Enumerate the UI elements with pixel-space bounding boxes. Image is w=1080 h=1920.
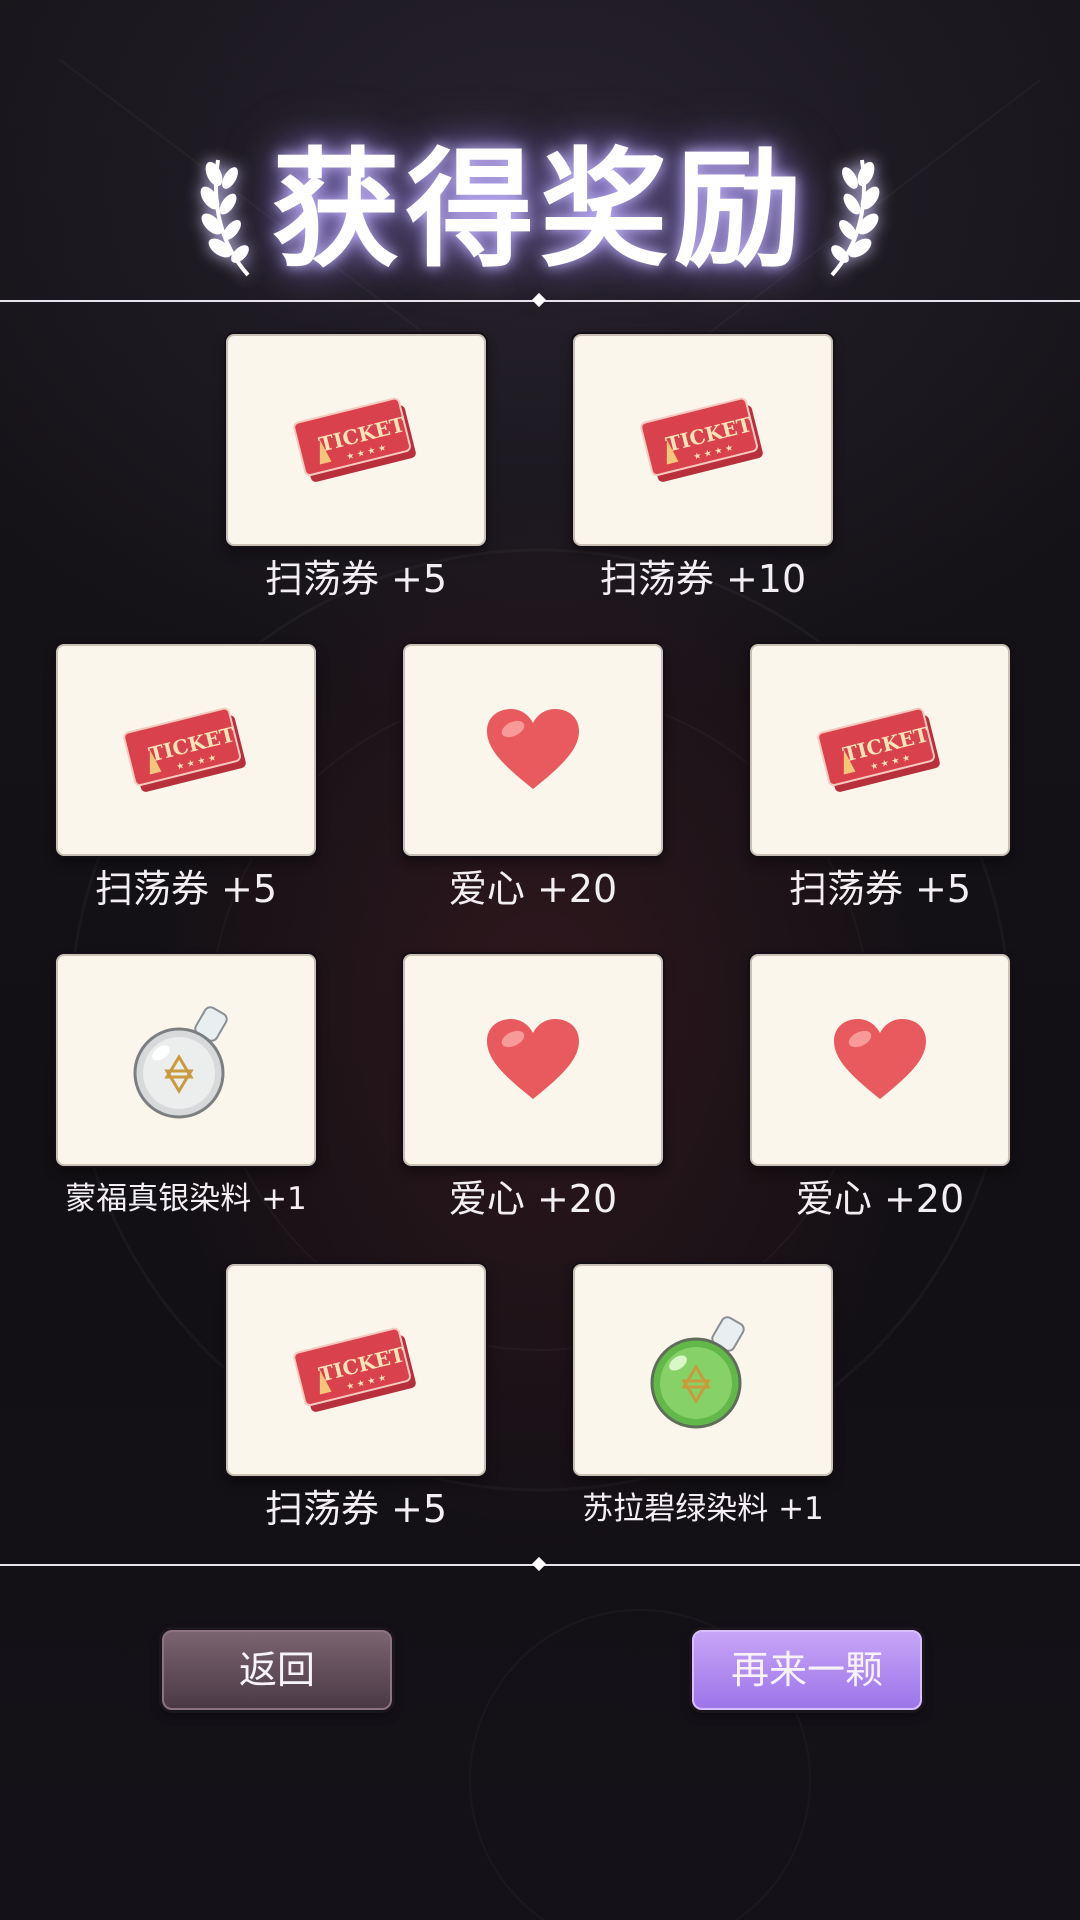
heart-icon	[834, 1019, 926, 1099]
reward-label: 扫荡券 +10	[599, 557, 807, 601]
reward-label: 爱心 +20	[448, 867, 618, 911]
reward-label: 蒙福真银染料 +1	[65, 1181, 307, 1217]
reward-card[interactable]	[573, 1264, 833, 1476]
reward-card[interactable]: TICKET ★ ★ ★ ★	[56, 644, 316, 856]
reward-card[interactable]: TICKET ★ ★ ★ ★	[226, 334, 486, 546]
reward-label: 爱心 +20	[795, 1177, 965, 1221]
ticket-icon: TICKET ★ ★ ★ ★	[817, 707, 940, 792]
heart-icon	[487, 1019, 579, 1099]
reward-label: 扫荡券 +5	[264, 557, 448, 601]
draw-again-button[interactable]: 再来一颗	[692, 1630, 922, 1710]
reward-label: 扫荡券 +5	[788, 867, 972, 911]
ticket-icon: TICKET ★ ★ ★ ★	[123, 707, 246, 792]
back-button[interactable]: 返回	[162, 1630, 392, 1710]
reward-card[interactable]: TICKET ★ ★ ★ ★	[226, 1264, 486, 1476]
reward-label: 爱心 +20	[448, 1177, 618, 1221]
reward-label: 扫荡券 +5	[94, 867, 278, 911]
reward-card[interactable]	[403, 954, 663, 1166]
ticket-icon: TICKET ★ ★ ★ ★	[293, 1327, 416, 1412]
silver-dye-bottle-icon	[133, 1006, 228, 1119]
reward-card[interactable]: TICKET ★ ★ ★ ★	[750, 644, 1010, 856]
heart-icon	[487, 709, 579, 789]
ticket-icon: TICKET ★ ★ ★ ★	[640, 397, 763, 482]
green-dye-bottle-icon	[650, 1316, 745, 1429]
reward-label: 苏拉碧绿染料 +1	[582, 1491, 824, 1527]
reward-card[interactable]: TICKET ★ ★ ★ ★	[573, 334, 833, 546]
ticket-icon: TICKET ★ ★ ★ ★	[293, 397, 416, 482]
reward-card[interactable]	[56, 954, 316, 1166]
reward-label: 扫荡券 +5	[264, 1487, 448, 1531]
reward-card[interactable]	[403, 644, 663, 856]
reward-card[interactable]	[750, 954, 1010, 1166]
